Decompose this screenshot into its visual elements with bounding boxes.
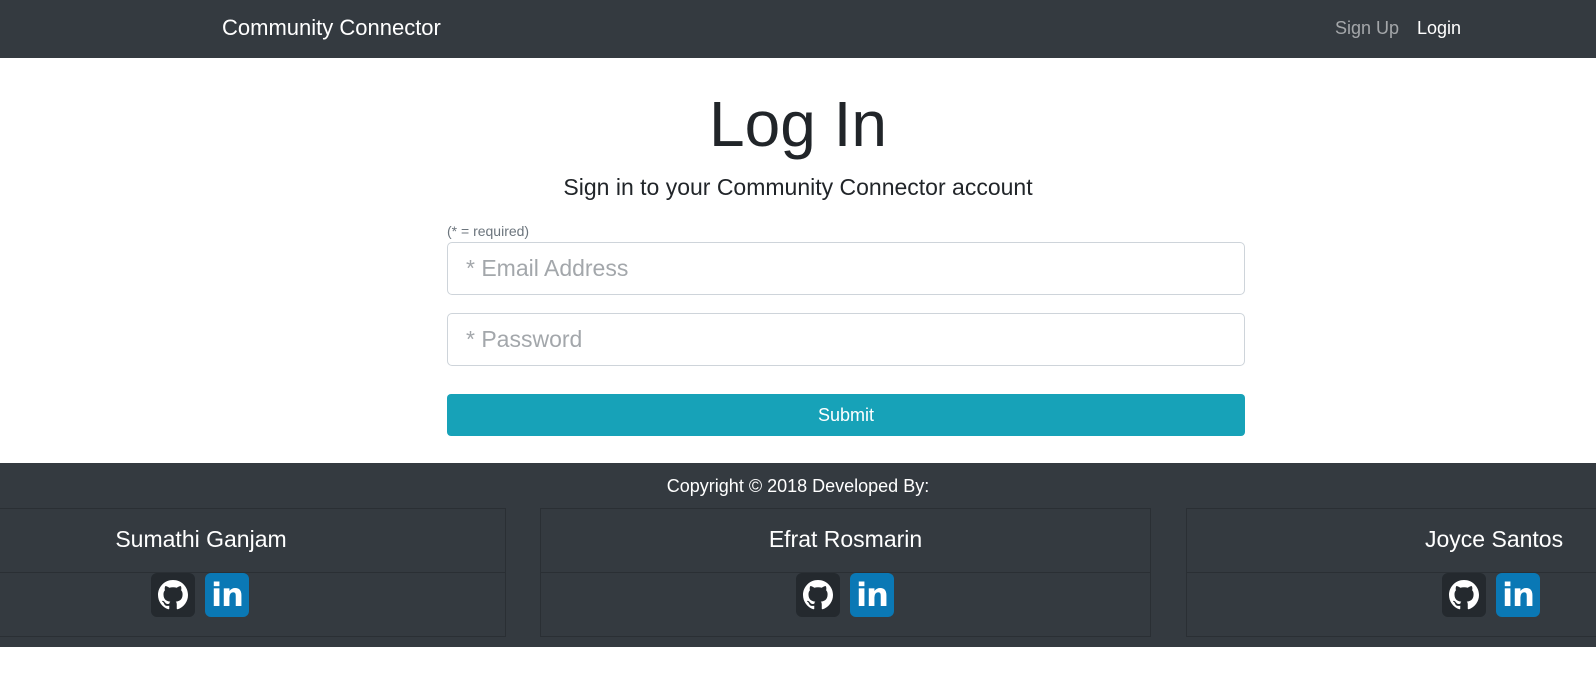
developer-name: Efrat Rosmarin	[768, 526, 923, 552]
developer-card: Sumathi Ganjam	[0, 508, 506, 637]
footer: Copyright © 2018 Developed By: Sumathi G…	[0, 463, 1596, 647]
github-icon[interactable]	[1442, 573, 1486, 617]
linkedin-icon[interactable]: in	[1496, 573, 1540, 617]
nav-signup-link[interactable]: Sign Up	[1335, 16, 1399, 40]
required-note: (* = required)	[447, 223, 530, 239]
brand-link[interactable]: Community Connector	[222, 14, 441, 42]
developer-name: Joyce Santos	[1425, 526, 1564, 552]
email-field[interactable]	[447, 242, 1245, 295]
github-icon[interactable]	[151, 573, 195, 617]
developer-name: Sumathi Ganjam	[115, 526, 287, 552]
linkedin-icon[interactable]: in	[205, 573, 249, 617]
nav-login-link[interactable]: Login	[1417, 16, 1461, 40]
navbar: Community Connector Sign Up Login	[0, 0, 1596, 58]
copyright-text: Copyright © 2018 Developed By:	[666, 476, 930, 496]
page-subtitle: Sign in to your Community Connector acco…	[563, 174, 1033, 200]
github-icon[interactable]	[796, 573, 840, 617]
linkedin-icon[interactable]: in	[850, 573, 894, 617]
page-title: Log In	[709, 88, 887, 160]
developer-card: Efrat Rosmarin	[540, 508, 1151, 637]
password-field[interactable]	[447, 313, 1245, 366]
submit-button[interactable]: Submit	[447, 394, 1245, 436]
